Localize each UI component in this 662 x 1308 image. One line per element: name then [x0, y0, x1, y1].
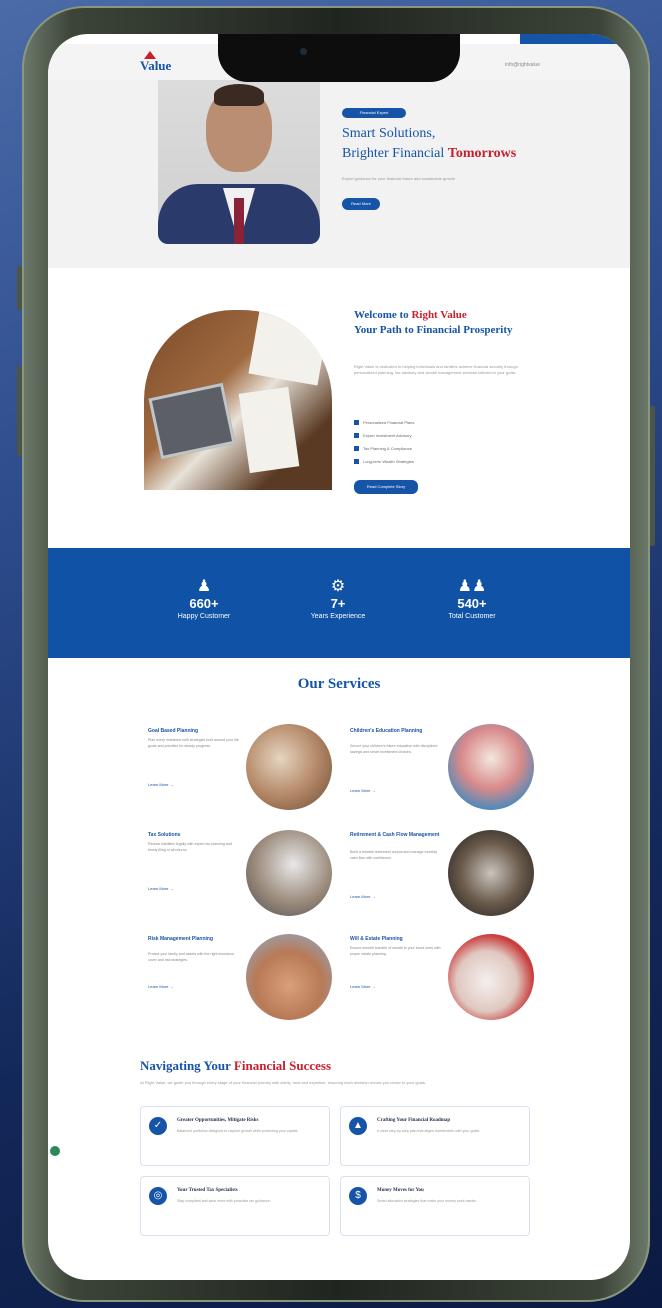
welcome-title: Welcome to Right Value Your Path to Fina… — [354, 309, 513, 336]
top-bar — [520, 34, 630, 44]
service-text: Build a reliable retirement corpus and m… — [350, 850, 438, 860]
card-text: Smart allocation strategies that make yo… — [377, 1199, 477, 1203]
advisor-photo — [158, 80, 320, 244]
stat-customers: ♟ 660+ Happy Customer — [144, 578, 264, 622]
learn-more-link[interactable]: Learn More → — [350, 984, 376, 989]
learn-more-link[interactable]: Learn More → — [148, 984, 174, 989]
expert-icon: ⚙ — [330, 578, 346, 595]
read-story-button[interactable]: Read Complete Story — [354, 480, 418, 494]
camera-lens — [300, 48, 307, 55]
service-image — [448, 724, 534, 810]
phone-side-button — [17, 366, 22, 456]
learn-more-link[interactable]: Learn More → — [148, 886, 174, 891]
card-title: Crafting Your Financial Roadmap — [377, 1118, 451, 1123]
learn-more-link[interactable]: Learn More → — [148, 782, 174, 787]
service-name[interactable]: Children's Education Planning — [350, 728, 450, 735]
card-text: A clear step-by-step plan that aligns in… — [377, 1129, 481, 1133]
chat-widget-button[interactable] — [50, 1146, 60, 1156]
service-text: Plan every milestone with strategies bui… — [148, 738, 239, 748]
service-text: Secure your children's future education … — [350, 744, 438, 754]
navigating-subtitle: At Right Value, we guide you through eve… — [140, 1080, 427, 1085]
welcome-image — [144, 310, 332, 490]
stat-value: 660+ — [189, 596, 219, 611]
hero-badge: Financial Expert — [342, 108, 406, 118]
service-image — [448, 830, 534, 916]
dollar-icon: $ — [349, 1187, 367, 1205]
feature-card[interactable]: ▲ Crafting Your Financial Roadmap A clea… — [340, 1106, 530, 1166]
service-image — [246, 934, 332, 1020]
service-name[interactable]: Goal Based Planning — [148, 728, 248, 735]
welcome-bullet: Long-term Wealth Strategies — [354, 459, 414, 464]
opportunity-icon: ✓ — [149, 1117, 167, 1135]
card-title: Greater Opportunities, Mitigate Risks — [177, 1118, 259, 1123]
welcome-paragraph: Right Value is dedicated to helping indi… — [354, 364, 518, 375]
hero-section: Financial Expert Smart Solutions, Bright… — [48, 80, 630, 268]
card-text: Stay compliant and save more with proact… — [177, 1199, 271, 1203]
stat-label: Happy Customer — [177, 613, 231, 620]
welcome-bullet: Tax Planning & Compliance — [354, 446, 412, 451]
read-more-button[interactable]: Read More — [342, 198, 380, 210]
learn-more-link[interactable]: Learn More → — [350, 894, 376, 899]
hero-title: Smart Solutions, Brighter Financial Tomo… — [342, 126, 517, 161]
feature-card[interactable]: $ Money Moves for You Smart allocation s… — [340, 1176, 530, 1236]
welcome-bullet: Personalized Financial Plans — [354, 420, 414, 425]
feature-card[interactable]: ✓ Greater Opportunities, Mitigate Risks … — [140, 1106, 330, 1166]
service-text: Reduce liabilities legally with expert t… — [148, 842, 232, 852]
stat-value: 7+ — [330, 596, 346, 611]
service-name[interactable]: Retirement & Cash Flow Management — [350, 832, 450, 839]
stat-total: ♟♟ 540+ Total Customer — [412, 578, 532, 622]
service-name[interactable]: Will & Estate Planning — [350, 936, 450, 943]
card-title: Your Trusted Tax Specialists — [177, 1188, 238, 1193]
site-logo[interactable]: Value — [140, 58, 171, 74]
card-text: Balanced portfolios designed to capture … — [177, 1129, 299, 1133]
stats-band: ♟ 660+ Happy Customer ⚙ 7+ Years Experie… — [48, 548, 630, 658]
group-icon: ♟♟ — [457, 578, 487, 595]
stat-label: Total Customer — [448, 613, 496, 620]
chart-icon: ▲ — [349, 1117, 367, 1135]
services-title: Our Services — [297, 676, 381, 692]
navigating-title: Navigating Your Financial Success — [140, 1058, 332, 1073]
service-text: Protect your family and assets with the … — [148, 952, 235, 962]
camera-notch — [218, 34, 460, 82]
service-name[interactable]: Tax Solutions — [148, 832, 248, 839]
service-name[interactable]: Risk Management Planning — [148, 936, 248, 943]
service-image — [448, 934, 534, 1020]
hero-subtitle: Expert guidance for your financial futur… — [342, 176, 455, 181]
feature-card[interactable]: ◎ Your Trusted Tax Specialists Stay comp… — [140, 1176, 330, 1236]
stat-value: 540+ — [457, 596, 487, 611]
stat-experience: ⚙ 7+ Years Experience — [278, 578, 398, 622]
card-title: Money Moves for You — [377, 1188, 424, 1193]
phone-screen: Value info@rightvalue Financial Expert S… — [48, 34, 630, 1280]
service-image — [246, 724, 332, 810]
phone-side-button — [650, 406, 655, 546]
globe-icon: ◎ — [149, 1187, 167, 1205]
service-text: Ensure smooth transfer of wealth to your… — [350, 946, 441, 956]
user-icon: ♟ — [196, 578, 212, 595]
welcome-bullet: Expert Investment Advisory — [354, 433, 411, 438]
phone-side-button — [17, 266, 22, 310]
stat-label: Years Experience — [310, 613, 366, 620]
service-image — [246, 830, 332, 916]
learn-more-link[interactable]: Learn More → — [350, 788, 376, 793]
header-contact[interactable]: info@rightvalue — [505, 62, 540, 68]
